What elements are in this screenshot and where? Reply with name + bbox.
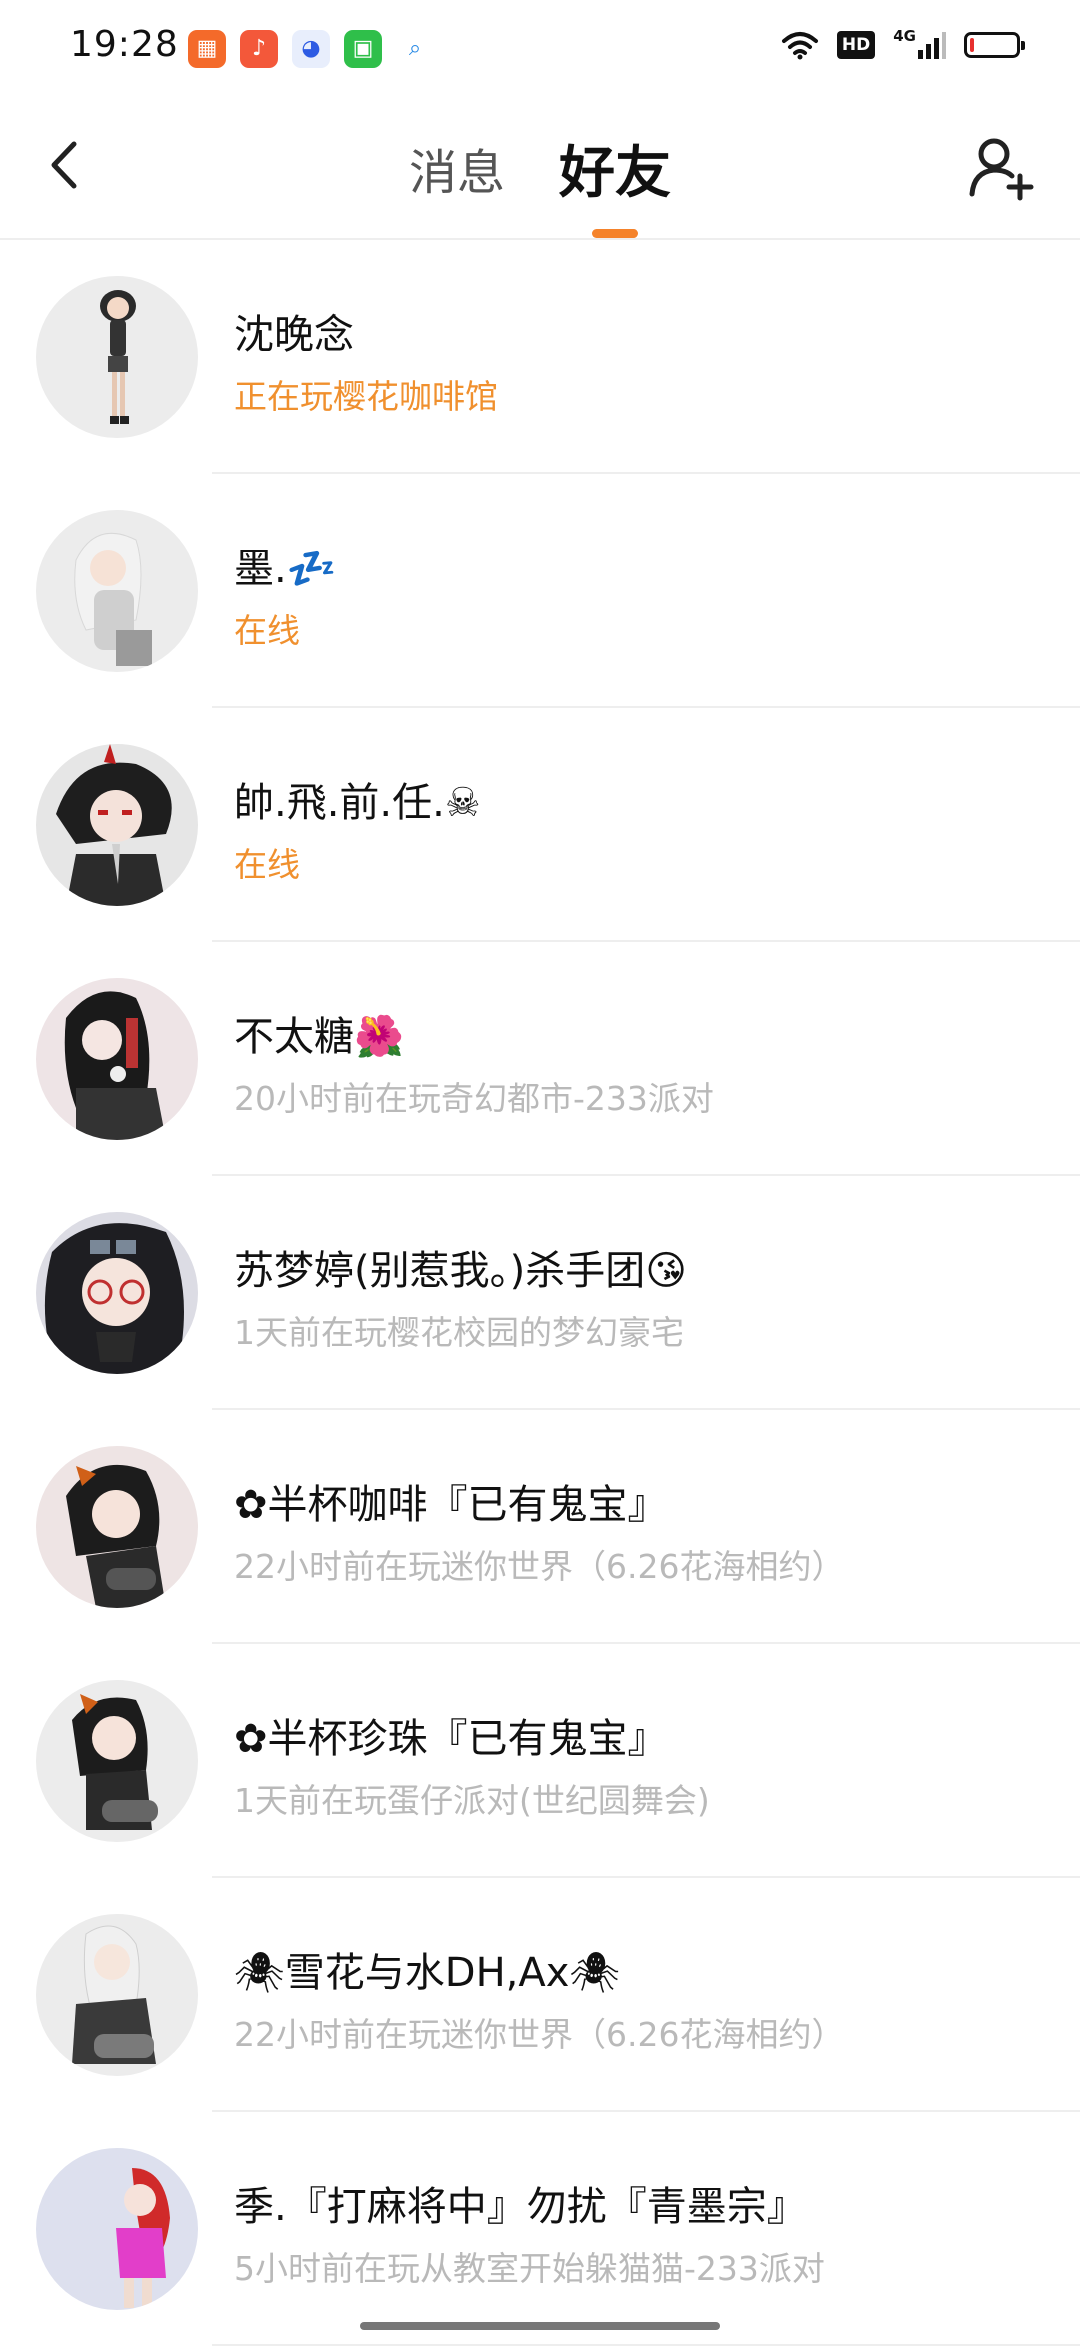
avatar-character-icon: [100, 290, 136, 424]
system-status: HD 4G: [781, 27, 1025, 60]
friend-item[interactable]: 🕷雪花与水DH,Ax🕷 22小时前在玩迷你世界（6.26花海相约）: [0, 1878, 1080, 2112]
friend-status: 在线: [234, 845, 300, 884]
friend-item[interactable]: 帥.飛.前.任.☠ 在线: [0, 708, 1080, 942]
friend-status: 20小时前在玩奇幻都市-233派对: [234, 1079, 714, 1118]
friend-name: 🕷雪花与水DH,Ax🕷: [234, 1950, 621, 1996]
avatar-character-icon: [44, 1223, 185, 1374]
friend-name: 季.『打麻将中』勿扰『青墨宗』: [234, 2184, 807, 2230]
avatar-character-icon: [66, 1464, 166, 1608]
status-bar: 19:28 ▦ ♪ ◕ ▣ ⌕ HD 4G: [0, 0, 1080, 96]
search-app-icon: ⌕: [396, 30, 434, 68]
tab-messages[interactable]: 消息: [409, 96, 505, 240]
friend-avatar[interactable]: [36, 2148, 198, 2310]
friend-status: 22小时前在玩迷你世界（6.26花海相约）: [234, 2015, 845, 2054]
tab-friends[interactable]: 好友: [559, 96, 671, 240]
friend-avatar[interactable]: [36, 1212, 198, 1374]
shopping-app-icon: ▣: [344, 30, 382, 68]
tab-label: 好友: [559, 140, 671, 206]
network-type: 4G: [893, 27, 916, 45]
battery-icon: [964, 32, 1025, 58]
active-tab-indicator: [592, 229, 638, 238]
friend-name: ✿半杯咖啡『已有鬼宝』: [234, 1482, 668, 1528]
friend-name: 苏梦婷(别惹我。)杀手团😘: [234, 1248, 687, 1294]
friend-avatar[interactable]: [36, 510, 198, 672]
friend-avatar[interactable]: [36, 744, 198, 906]
friend-name: 沈晚念: [234, 312, 354, 358]
friend-status: 5小时前在玩从教室开始躲猫猫-233派对: [234, 2249, 825, 2288]
friend-avatar[interactable]: [36, 1446, 198, 1608]
avatar-character-icon: [74, 532, 152, 666]
friend-name: 帥.飛.前.任.☠: [234, 780, 481, 826]
friend-status: 正在玩樱花咖啡馆: [234, 377, 498, 416]
friend-item[interactable]: 沈晚念 正在玩樱花咖啡馆: [0, 240, 1080, 474]
notification-icons: ▦ ♪ ◕ ▣ ⌕: [188, 30, 434, 68]
friend-item[interactable]: 不太糖🌺 20小时前在玩奇幻都市-233派对: [0, 942, 1080, 1176]
wifi-icon: [781, 32, 818, 60]
add-user-icon: [969, 138, 1034, 201]
friend-name: 墨.💤: [234, 546, 337, 592]
friend-status: 22小时前在玩迷你世界（6.26花海相约）: [234, 1547, 845, 1586]
friend-item[interactable]: 苏梦婷(别惹我。)杀手团😘 1天前在玩樱花校园的梦幻豪宅: [0, 1176, 1080, 1410]
avatar-character-icon: [72, 1925, 156, 2064]
friend-list: 沈晚念 正在玩樱花咖啡馆 墨.💤 在线 帥.飛.前.任.☠ 在线 不太糖🌺 20…: [0, 240, 1080, 2346]
friend-status: 1天前在玩蛋仔派对(世纪圆舞会): [234, 1781, 710, 1820]
add-friend-button[interactable]: [964, 132, 1040, 204]
status-time: 19:28: [70, 24, 179, 65]
friend-name: ✿半杯珍珠『已有鬼宝』: [234, 1716, 668, 1762]
friend-status: 1天前在玩樱花校园的梦幻豪宅: [234, 1313, 684, 1352]
friend-name: 不太糖🌺: [234, 1014, 404, 1060]
tab-bar: 消息 好友: [0, 96, 1080, 240]
signal-icon: [918, 32, 946, 59]
tab-label: 消息: [408, 145, 505, 201]
top-nav-bar: 消息 好友: [0, 96, 1080, 240]
home-indicator[interactable]: [360, 2322, 720, 2330]
friend-status: 在线: [234, 611, 300, 650]
baidu-app-icon: ◕: [292, 30, 330, 68]
avatar-character-icon: [72, 1694, 158, 1830]
battery-level: [970, 38, 974, 52]
friend-item[interactable]: 墨.💤 在线: [0, 474, 1080, 708]
avatar-character-icon: [64, 991, 166, 1140]
friend-avatar[interactable]: [36, 276, 198, 438]
grid-app-icon: ▦: [188, 30, 226, 68]
friend-avatar[interactable]: [36, 978, 198, 1140]
friend-item[interactable]: ✿半杯咖啡『已有鬼宝』 22小时前在玩迷你世界（6.26花海相约）: [0, 1410, 1080, 1644]
hd-badge: HD: [836, 31, 876, 59]
friend-item[interactable]: 季.『打麻将中』勿扰『青墨宗』 5小时前在玩从教室开始躲猫猫-233派对: [0, 2112, 1080, 2346]
avatar-character-icon: [116, 2168, 170, 2308]
music-app-icon: ♪: [240, 30, 278, 68]
friend-item[interactable]: ✿半杯珍珠『已有鬼宝』 1天前在玩蛋仔派对(世纪圆舞会): [0, 1644, 1080, 1878]
friend-avatar[interactable]: [36, 1680, 198, 1842]
friend-avatar[interactable]: [36, 1914, 198, 2076]
avatar-character-icon: [56, 744, 172, 906]
